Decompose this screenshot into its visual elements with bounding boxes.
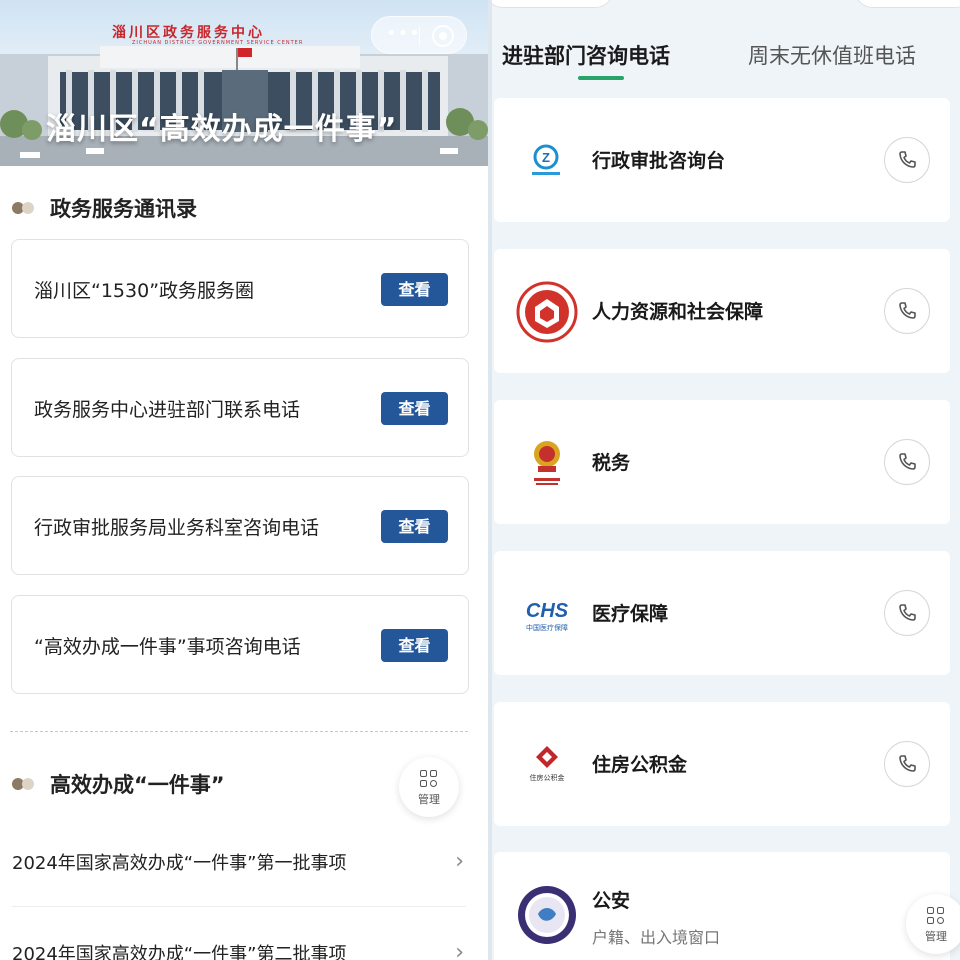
building-sign-en: ZICHUAN DISTRICT GOVERNMENT SERVICE CENT… — [132, 40, 304, 46]
list-item[interactable]: 2024年国家高效办成“一件事”第一批事项 › — [12, 849, 466, 897]
list-divider — [12, 906, 466, 907]
chs-logo-icon: CHS 中国医疗保障 — [526, 600, 569, 632]
chevron-right-icon: › — [455, 940, 464, 960]
phone-icon — [899, 604, 916, 621]
svg-text:Z: Z — [542, 150, 550, 165]
manage-label: 管理 — [925, 930, 947, 943]
department-name: 行政审批咨询台 — [592, 150, 726, 172]
phone-icon — [899, 302, 916, 319]
chs-logo-text: CHS — [526, 600, 569, 622]
top-pill-right[interactable] — [854, 0, 960, 8]
tab-departments[interactable]: 进驻部门咨询电话 — [502, 40, 670, 70]
view-button[interactable]: 查看 — [381, 629, 448, 662]
chevron-right-icon: › — [455, 849, 464, 874]
directory-card[interactable]: “高效办成一件事”事项咨询电话 查看 — [11, 595, 469, 694]
section-divider — [10, 731, 468, 732]
phone-icon — [899, 151, 916, 168]
directory-card[interactable]: 政务服务中心进驻部门联系电话 查看 — [11, 358, 469, 457]
directory-card-label: 行政审批服务局业务科室咨询电话 — [34, 517, 320, 539]
tab-weekend-duty[interactable]: 周末无休值班电话 — [748, 40, 916, 70]
building-sign: 淄川区政务服务中心 — [112, 25, 265, 41]
department-name: 税务 — [592, 452, 631, 474]
department-name: 人力资源和社会保障 — [592, 301, 764, 323]
directory-card[interactable]: 淄川区“1530”政务服务圈 查看 — [11, 239, 469, 338]
view-button[interactable]: 查看 — [381, 510, 448, 543]
directory-section-title: 政务服务通讯录 — [50, 197, 197, 221]
phone-icon — [899, 755, 916, 772]
banner-title: 淄川区“高效办成一件事” — [46, 112, 398, 147]
section-dot-icon — [12, 778, 38, 790]
police-logo-icon — [518, 886, 576, 944]
left-panel: 淄川区政务服务中心 ZICHUAN DISTRICT GOVERNMENT SE… — [0, 0, 488, 960]
housing-fund-logo-icon: 住房公积金 — [530, 746, 565, 782]
view-button[interactable]: 查看 — [381, 273, 448, 306]
list-item-label: 2024年国家高效办成“一件事”第一批事项 — [12, 853, 347, 874]
call-button[interactable] — [884, 439, 930, 485]
view-button[interactable]: 查看 — [381, 392, 448, 425]
directory-card-label: “高效办成一件事”事项咨询电话 — [34, 636, 301, 658]
directory-card-label: 政务服务中心进驻部门联系电话 — [34, 399, 301, 421]
close-target-icon[interactable] — [432, 25, 454, 47]
hrss-logo-icon — [516, 281, 578, 343]
department-subtitle: 户籍、出入境窗口 — [592, 928, 721, 947]
department-name: 住房公积金 — [592, 754, 688, 776]
right-panel: 进驻部门咨询电话 周末无休值班电话 Z 行政审批咨询台 人力资源和社会保障 税务… — [488, 0, 960, 960]
directory-card[interactable]: 行政审批服务局业务科室咨询电话 查看 — [11, 476, 469, 575]
top-pill-left[interactable] — [492, 0, 614, 8]
department-name: 医疗保障 — [592, 603, 669, 625]
directory-card-label: 淄川区“1530”政务服务圈 — [34, 280, 255, 302]
one-thing-section-header: 高效办成“一件事” — [12, 769, 225, 799]
directory-section-header: 政务服务通讯录 — [12, 193, 197, 223]
housing-fund-logo-sub: 住房公积金 — [530, 773, 565, 782]
call-button[interactable] — [884, 590, 930, 636]
tab-active-indicator — [578, 76, 624, 80]
more-icon[interactable]: ••• — [386, 23, 421, 44]
section-dot-icon — [12, 202, 38, 214]
list-item-label: 2024年国家高效办成“一件事”第二批事项 — [12, 944, 347, 960]
call-button[interactable] — [884, 741, 930, 787]
manage-float-button[interactable]: 管理 — [399, 757, 459, 817]
capsule-divider — [419, 26, 420, 46]
department-name: 公安 — [592, 890, 631, 912]
grid-icon — [420, 770, 438, 788]
tax-logo-icon — [534, 441, 560, 485]
call-button[interactable] — [884, 137, 930, 183]
chs-logo-sub: 中国医疗保障 — [526, 623, 568, 632]
grid-icon — [927, 907, 945, 925]
banner: 淄川区政务服务中心 ZICHUAN DISTRICT GOVERNMENT SE… — [0, 0, 488, 166]
approval-logo-icon: Z — [532, 144, 560, 175]
call-button[interactable] — [884, 288, 930, 334]
manage-label: 管理 — [418, 793, 440, 806]
mini-program-capsule[interactable]: ••• — [371, 16, 467, 54]
department-card[interactable]: Z 行政审批咨询台 — [494, 98, 950, 222]
manage-float-button[interactable]: 管理 — [906, 894, 960, 954]
department-card[interactable]: 人力资源和社会保障 — [494, 249, 950, 373]
department-card[interactable]: CHS 中国医疗保障 医疗保障 — [494, 551, 950, 675]
one-thing-section-title: 高效办成“一件事” — [50, 773, 225, 797]
phone-icon — [899, 453, 916, 470]
department-card[interactable]: 住房公积金 住房公积金 — [494, 702, 950, 826]
department-card[interactable]: 公安 户籍、出入境窗口 — [494, 852, 950, 960]
department-card[interactable]: 税务 — [494, 400, 950, 524]
list-item[interactable]: 2024年国家高效办成“一件事”第二批事项 › — [12, 940, 466, 960]
